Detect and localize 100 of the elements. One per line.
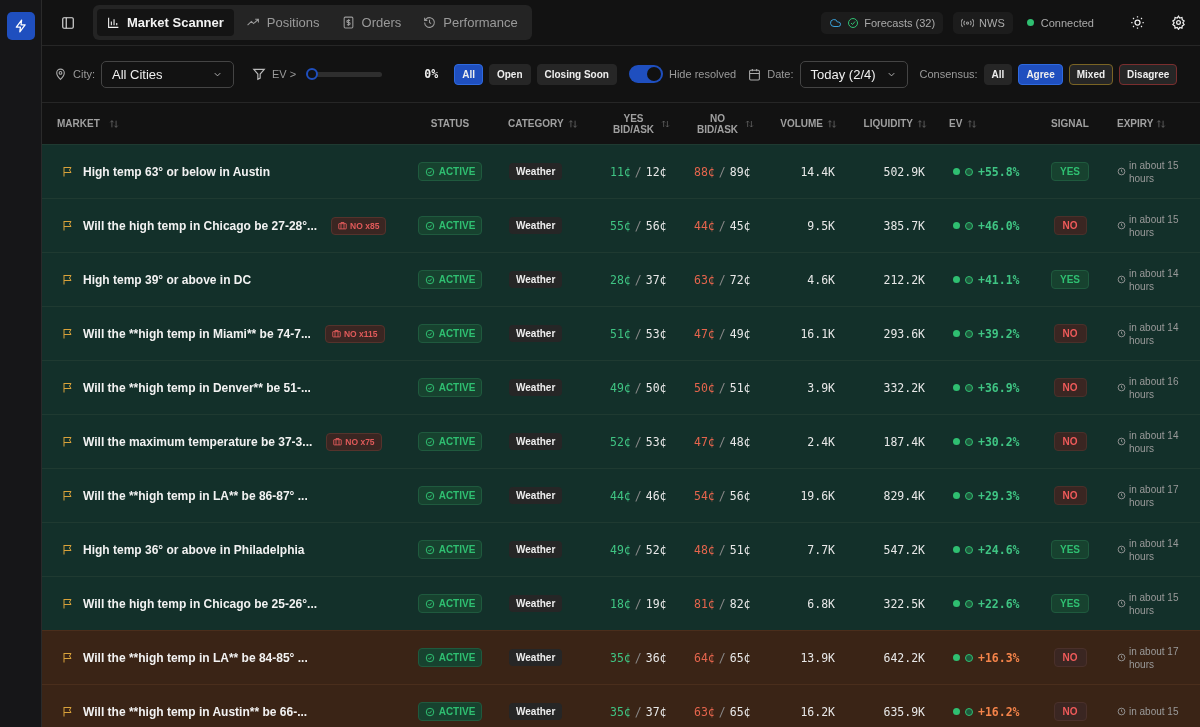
liquidity-value: 187.4K <box>883 434 925 449</box>
flag-icon[interactable] <box>62 219 74 232</box>
flag-icon[interactable] <box>62 165 74 178</box>
check-circle-icon <box>424 544 435 555</box>
no-bid: 81¢ <box>694 596 715 611</box>
market-row[interactable]: Will the **high temp in LA** be 86-87° ... ACTIVE Weather 44¢ / 46¢ 54¢ / 56¢ 19.6K 829.4K +29.3% NO in about 17 hours <box>42 468 1200 522</box>
check-circle-icon <box>424 220 435 231</box>
expiry-text: in about 14 hours <box>1129 266 1180 293</box>
expiry-text: in about 15 hours <box>1129 212 1180 239</box>
market-row[interactable]: Will the high temp in Chicago be 27-28°... NO x85 ACTIVE Weather 55¢ / 56¢ 44¢ / 45¢ 9.5K 385.7K +46.0% NO in about 15 hours <box>42 198 1200 252</box>
forecasts-pill[interactable]: Forecasts (32) <box>821 11 944 34</box>
check-circle-icon <box>424 166 435 177</box>
dollar-icon <box>341 16 355 29</box>
history-icon <box>423 16 437 29</box>
consensus-button[interactable]: Disagree <box>1119 63 1178 85</box>
calendar-icon <box>748 67 762 81</box>
slash-separator: / <box>634 380 642 395</box>
check-circle-icon <box>424 598 435 609</box>
market-row[interactable]: Will the **high temp in Austin** be 66-... ACTIVE Weather 35¢ / 37¢ 63¢ / 65¢ 16.2K 635.9K +16.2% NO in about 15 <box>42 684 1200 727</box>
yes-ask: 37¢ <box>645 272 667 287</box>
no-ask: 89¢ <box>729 164 751 179</box>
yes-bid: 28¢ <box>610 272 631 287</box>
nav-tab[interactable]: Market Scanner <box>97 9 234 36</box>
market-title: Will the high temp in Chicago be 25-26°... <box>83 596 318 611</box>
city-dropdown[interactable]: All Cities <box>101 60 234 88</box>
ev-value: +16.3% <box>978 650 1020 665</box>
consensus-button[interactable]: Mixed <box>1068 63 1114 85</box>
status-filter-button[interactable]: All <box>454 63 483 85</box>
flag-icon[interactable] <box>62 435 74 448</box>
market-title: Will the **high temp in Denver** be 51-... <box>83 380 311 395</box>
signal-badge: NO <box>1053 378 1087 397</box>
column-header[interactable]: MARKET <box>57 118 100 129</box>
status-filter-button[interactable]: Open <box>488 63 531 85</box>
volume-value: 2.4K <box>807 434 835 449</box>
no-bid: 47¢ <box>694 326 715 341</box>
column-header[interactable]: VOLUME <box>780 118 823 129</box>
flag-icon[interactable] <box>62 597 74 610</box>
column-header[interactable]: EXPIRY <box>1117 118 1154 129</box>
date-dropdown[interactable]: Today (2/4) <box>799 60 908 88</box>
no-bid: 47¢ <box>694 434 715 449</box>
status-text: ACTIVE <box>438 706 476 717</box>
flag-icon[interactable] <box>62 705 74 718</box>
bolt-logo-icon[interactable] <box>6 12 35 40</box>
yes-bid: 51¢ <box>610 326 631 341</box>
volume-value: 3.9K <box>807 380 835 395</box>
status-filter-button[interactable]: Closing Soon <box>536 63 617 85</box>
nav-tab[interactable]: Performance <box>413 9 528 36</box>
slash-separator: / <box>718 164 726 179</box>
liquidity-value: 212.2K <box>883 272 925 287</box>
ev-value: +39.2% <box>978 326 1020 341</box>
column-header[interactable]: STATUS <box>430 118 470 129</box>
market-row[interactable]: Will the high temp in Chicago be 25-26°... ACTIVE Weather 18¢ / 19¢ 81¢ / 82¢ 6.8K 322.5K +22.6% YES in about 15 hours <box>42 576 1200 630</box>
flag-icon[interactable] <box>62 651 74 664</box>
source-pill[interactable]: NWS <box>953 11 1013 34</box>
status-text: ACTIVE <box>438 220 476 231</box>
signal-badge: YES <box>1051 162 1089 181</box>
settings-icon[interactable] <box>1171 15 1186 30</box>
column-header[interactable]: SIGNAL <box>1051 118 1089 129</box>
market-title: Will the **high temp in LA** be 84-85° ... <box>83 650 308 665</box>
market-row[interactable]: Will the **high temp in Denver** be 51-... ACTIVE Weather 49¢ / 50¢ 50¢ / 51¢ 3.9K 332.2K +36.9% NO in about 16 hours <box>42 360 1200 414</box>
nav-tab[interactable]: Positions <box>235 9 330 36</box>
market-row[interactable]: Will the **high temp in Miami** be 74-7... NO x115 ACTIVE Weather 51¢ / 53¢ 47¢ / 49¢ 16.1K 293.6K +39.2% NO in about 14 hours <box>42 306 1200 360</box>
expiry-text: in about 15 hours <box>1129 158 1180 185</box>
expiry-text: in about 14 hours <box>1129 536 1180 563</box>
market-row[interactable]: High temp 36° or above in Philadelphia ACTIVE Weather 49¢ / 52¢ 48¢ / 51¢ 7.7K 547.2K +24.6% YES in about 14 hours <box>42 522 1200 576</box>
yes-ask: 52¢ <box>645 542 667 557</box>
yes-bid: 44¢ <box>610 488 631 503</box>
slash-separator: / <box>718 326 726 341</box>
market-row[interactable]: Will the maximum temperature be 37-3... NO x75 ACTIVE Weather 52¢ / 53¢ 47¢ / 48¢ 2.4K 187.4K +30.2% NO in about 14 hours <box>42 414 1200 468</box>
flag-icon[interactable] <box>62 543 74 556</box>
column-header[interactable]: LIQUIDITY <box>863 118 913 129</box>
badge-text: NO x115 <box>343 328 378 339</box>
hide-resolved-toggle[interactable] <box>628 65 663 83</box>
sun-icon[interactable] <box>1130 15 1145 30</box>
market-row[interactable]: High temp 63° or below in Austin ACTIVE Weather 11¢ / 12¢ 88¢ / 89¢ 14.4K 502.9K +55.8% YES in about 15 hours <box>42 144 1200 198</box>
market-row[interactable]: High temp 39° or above in DC ACTIVE Weather 28¢ / 37¢ 63¢ / 72¢ 4.6K 212.2K +41.1% YES in about 14 hours <box>42 252 1200 306</box>
flag-icon[interactable] <box>62 273 74 286</box>
consensus-button[interactable]: All <box>983 63 1013 85</box>
connection-label: Connected <box>1040 16 1094 29</box>
yes-bid: 55¢ <box>610 218 631 233</box>
column-header[interactable]: YES BID/ASK <box>610 112 657 135</box>
consensus-button[interactable]: Agree <box>1018 63 1063 85</box>
market-title: Will the **high temp in Austin** be 66-... <box>83 704 308 719</box>
liquidity-value: 829.4K <box>883 488 925 503</box>
market-row[interactable]: Will the **high temp in LA** be 84-85° ... ACTIVE Weather 35¢ / 36¢ 64¢ / 65¢ 13.9K 642.2K +16.3% NO in about 17 hours <box>42 630 1200 684</box>
category-tag: Weather <box>509 163 563 180</box>
column-header[interactable]: CATEGORY <box>508 118 564 129</box>
sidebar-toggle-icon[interactable] <box>61 15 75 30</box>
flag-icon[interactable] <box>62 327 74 340</box>
flag-icon[interactable] <box>62 381 74 394</box>
status-text: ACTIVE <box>438 544 476 555</box>
map-pin-icon <box>54 67 67 81</box>
flag-icon[interactable] <box>62 489 74 502</box>
check-circle-icon <box>424 652 435 663</box>
category-tag: Weather <box>509 379 563 396</box>
column-header[interactable]: EV <box>949 118 963 129</box>
column-header[interactable]: NO BID/ASK <box>694 112 741 135</box>
clock-icon <box>1117 545 1126 554</box>
nav-tab[interactable]: Orders <box>331 9 412 36</box>
yes-ask: 36¢ <box>645 650 667 665</box>
